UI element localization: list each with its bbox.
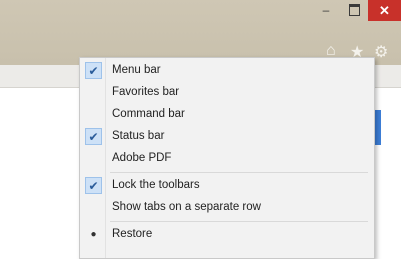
check-icon: ✔	[85, 62, 102, 79]
menu-item-command-bar[interactable]: Command bar	[80, 104, 374, 126]
menu-item-show-tabs-separate-row[interactable]: Show tabs on a separate row	[80, 197, 374, 219]
menu-item-adobe-pdf[interactable]: Adobe PDF	[80, 148, 374, 170]
menu-item-status-bar[interactable]: ✔ Status bar	[80, 126, 374, 148]
maximize-icon	[348, 4, 360, 16]
menu-item-menu-bar[interactable]: ✔ Menu bar	[80, 60, 374, 82]
menu-item-label: Menu bar	[112, 64, 161, 76]
check-icon: ✔	[85, 177, 102, 194]
maximize-button[interactable]	[340, 0, 368, 20]
menu-item-label: Lock the toolbars	[112, 179, 200, 191]
minimize-icon: –	[322, 3, 330, 17]
menu-separator	[110, 221, 368, 222]
menu-item-label: Adobe PDF	[112, 152, 172, 164]
menu-item-restore[interactable]: ● Restore	[80, 224, 374, 246]
menu-item-lock-toolbars[interactable]: ✔ Lock the toolbars	[80, 175, 374, 197]
menu-item-favorites-bar[interactable]: Favorites bar	[80, 82, 374, 104]
menu-item-label: Restore	[112, 228, 153, 240]
check-icon: ✔	[85, 128, 102, 145]
minimize-button[interactable]: –	[312, 0, 340, 20]
menu-item-label: Favorites bar	[112, 86, 180, 98]
toolbar-context-menu: ✔ Menu bar Favorites bar Command bar ✔ S…	[79, 57, 375, 259]
title-bar: – ✕ ⌂ ★ ⚙	[0, 0, 401, 65]
close-icon: ✕	[379, 2, 390, 18]
menu-item-label: Show tabs on a separate row	[112, 201, 261, 213]
close-button[interactable]: ✕	[368, 0, 401, 21]
menu-item-label: Status bar	[112, 130, 165, 142]
menu-separator	[110, 172, 368, 173]
gear-icon[interactable]: ⚙	[374, 42, 388, 62]
radio-dot-icon: ●	[90, 229, 97, 240]
menu-item-label: Command bar	[112, 108, 185, 120]
